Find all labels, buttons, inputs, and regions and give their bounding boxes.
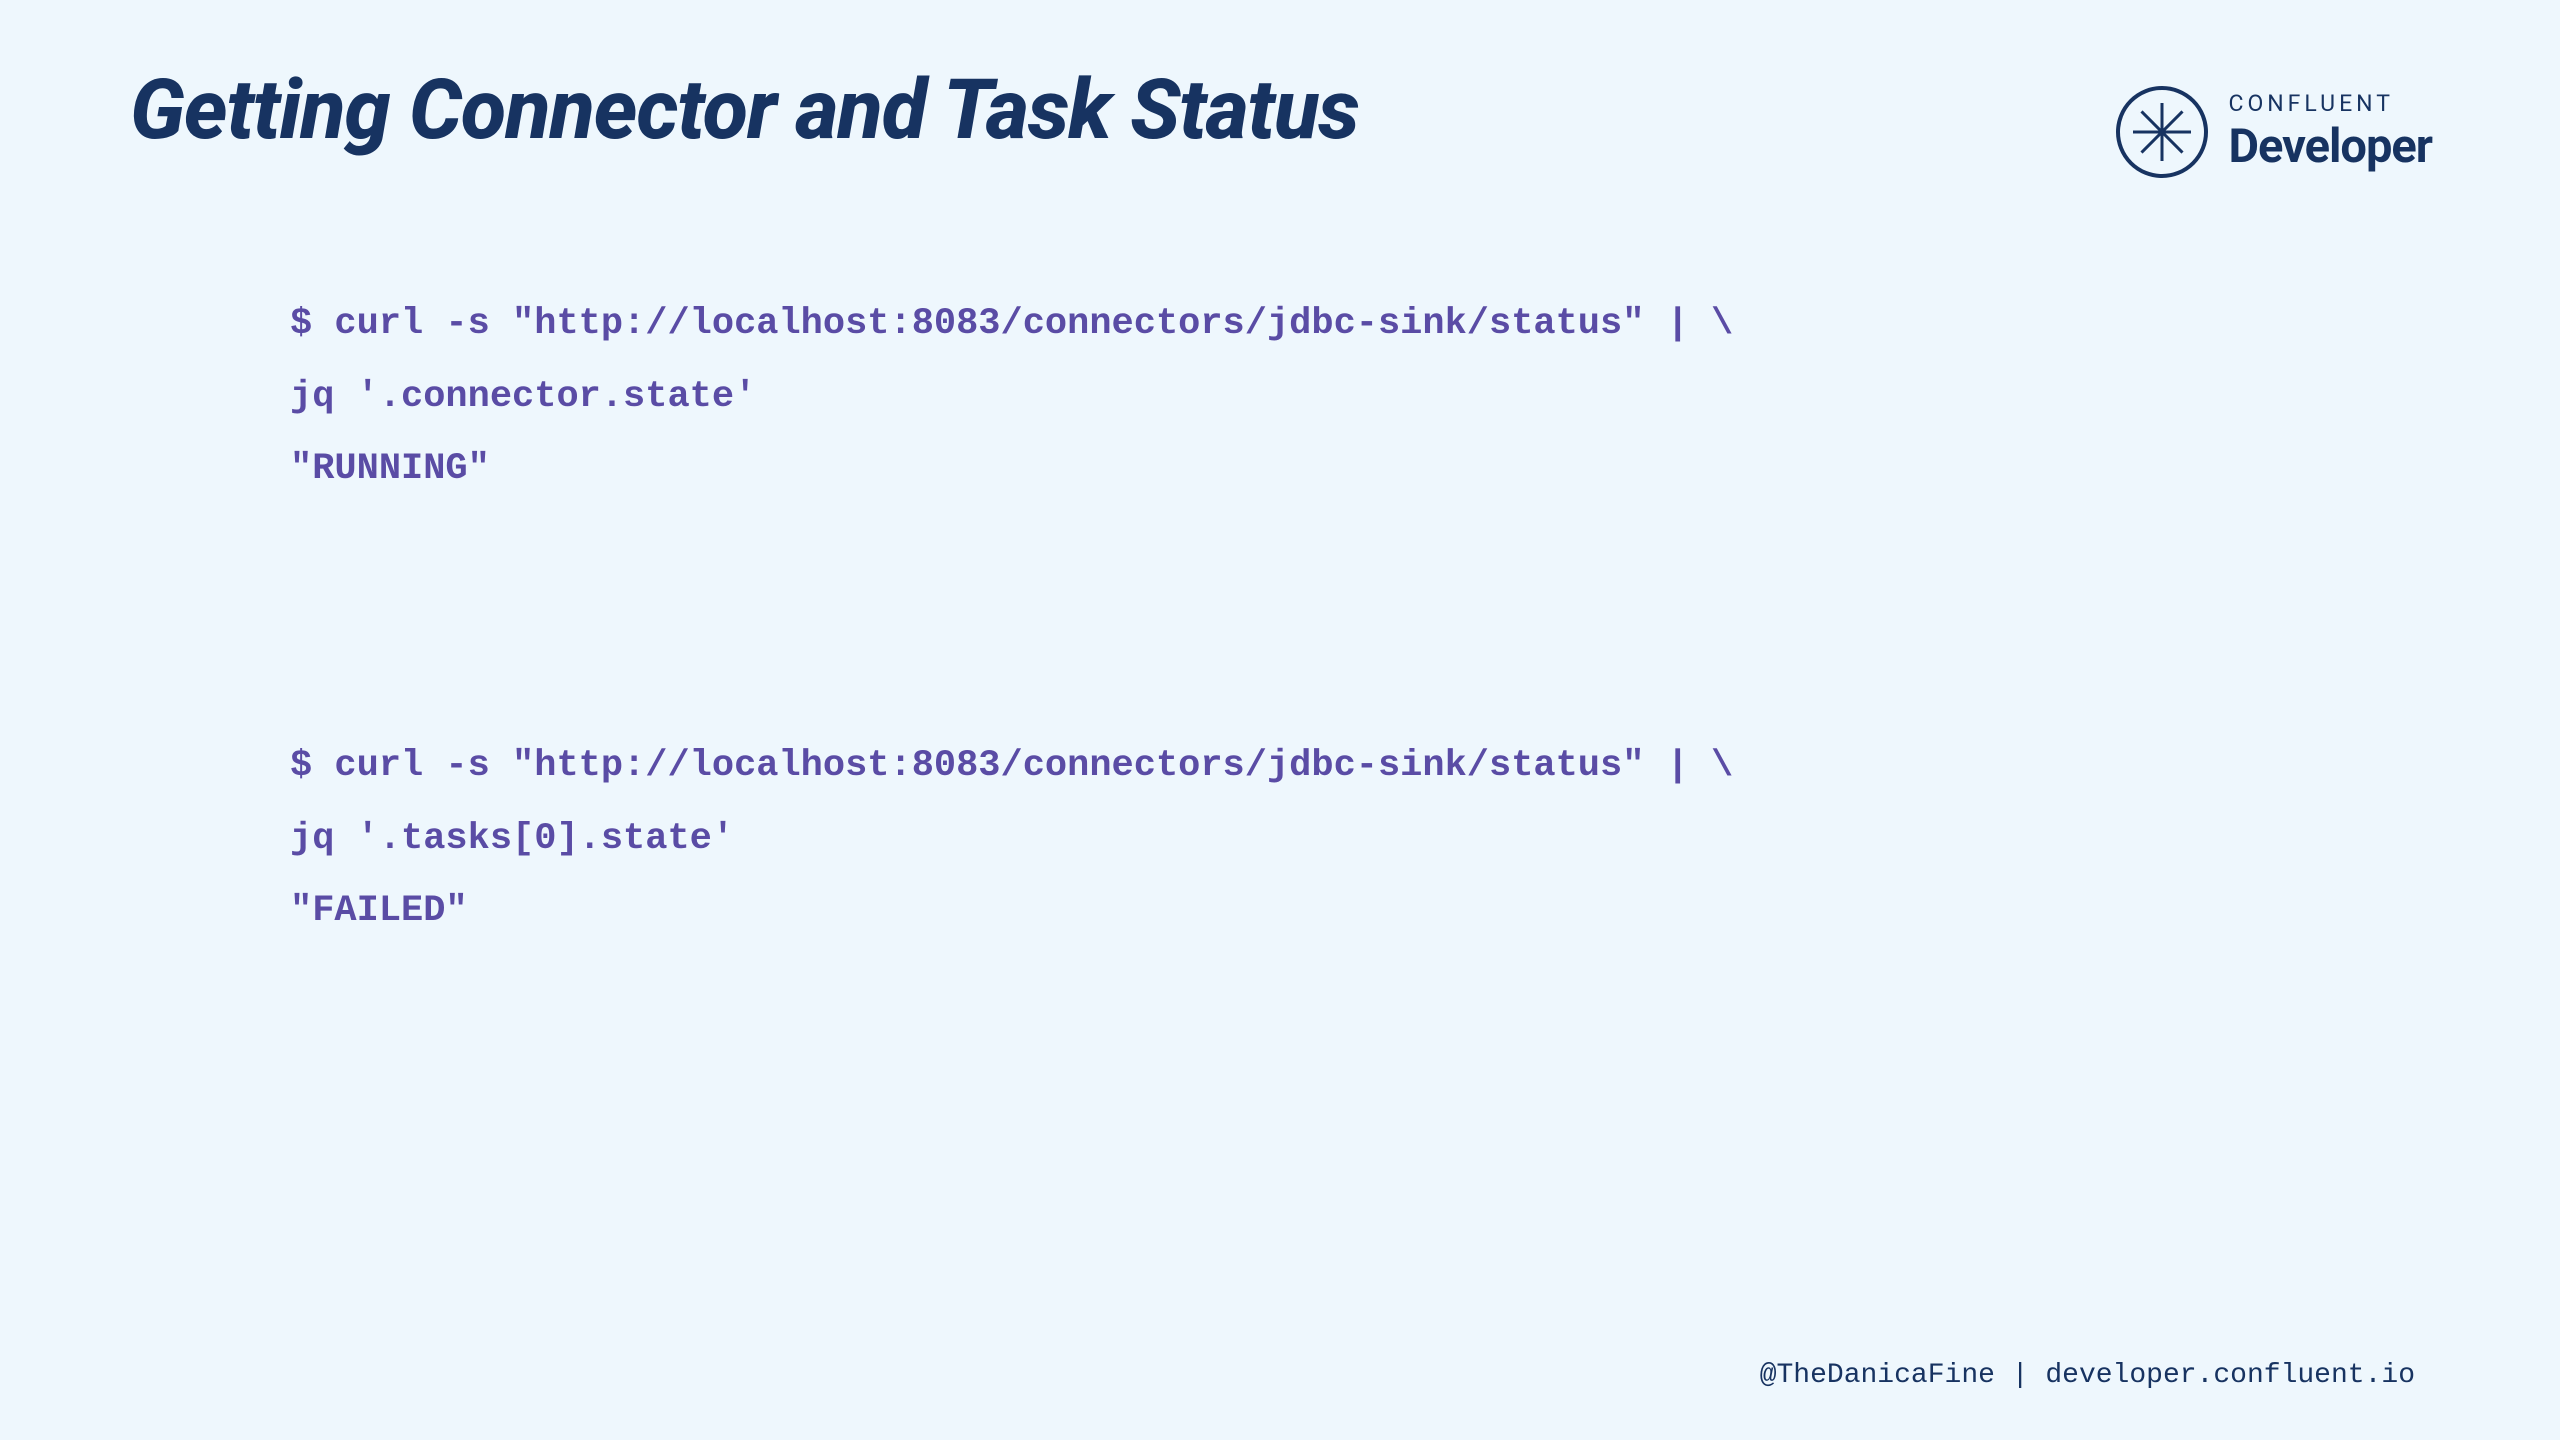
- code-line: $ curl -s "http://localhost:8083/connect…: [290, 303, 1733, 345]
- asterisk-icon: [2132, 102, 2192, 162]
- code-line: jq '.tasks[0].state': [290, 818, 734, 860]
- logo-brand-large: Developer: [2228, 119, 2432, 174]
- code-block-task-state: $ curl -s "http://localhost:8083/connect…: [290, 730, 1733, 948]
- code-line: $ curl -s "http://localhost:8083/connect…: [290, 745, 1733, 787]
- logo-brand-small: CONFLUENT: [2228, 90, 2432, 117]
- logo-text: CONFLUENT Developer: [2228, 90, 2432, 174]
- code-line: "FAILED": [290, 890, 468, 932]
- code-line: "RUNNING": [290, 448, 490, 490]
- code-line: jq '.connector.state': [290, 376, 756, 418]
- footer-attribution: @TheDanicaFine | developer.confluent.io: [1760, 1360, 2415, 1391]
- slide-title: Getting Connector and Task Status: [130, 62, 1359, 159]
- code-block-connector-state: $ curl -s "http://localhost:8083/connect…: [290, 288, 1733, 506]
- confluent-logo: CONFLUENT Developer: [2116, 86, 2432, 178]
- logo-circle-icon: [2116, 86, 2208, 178]
